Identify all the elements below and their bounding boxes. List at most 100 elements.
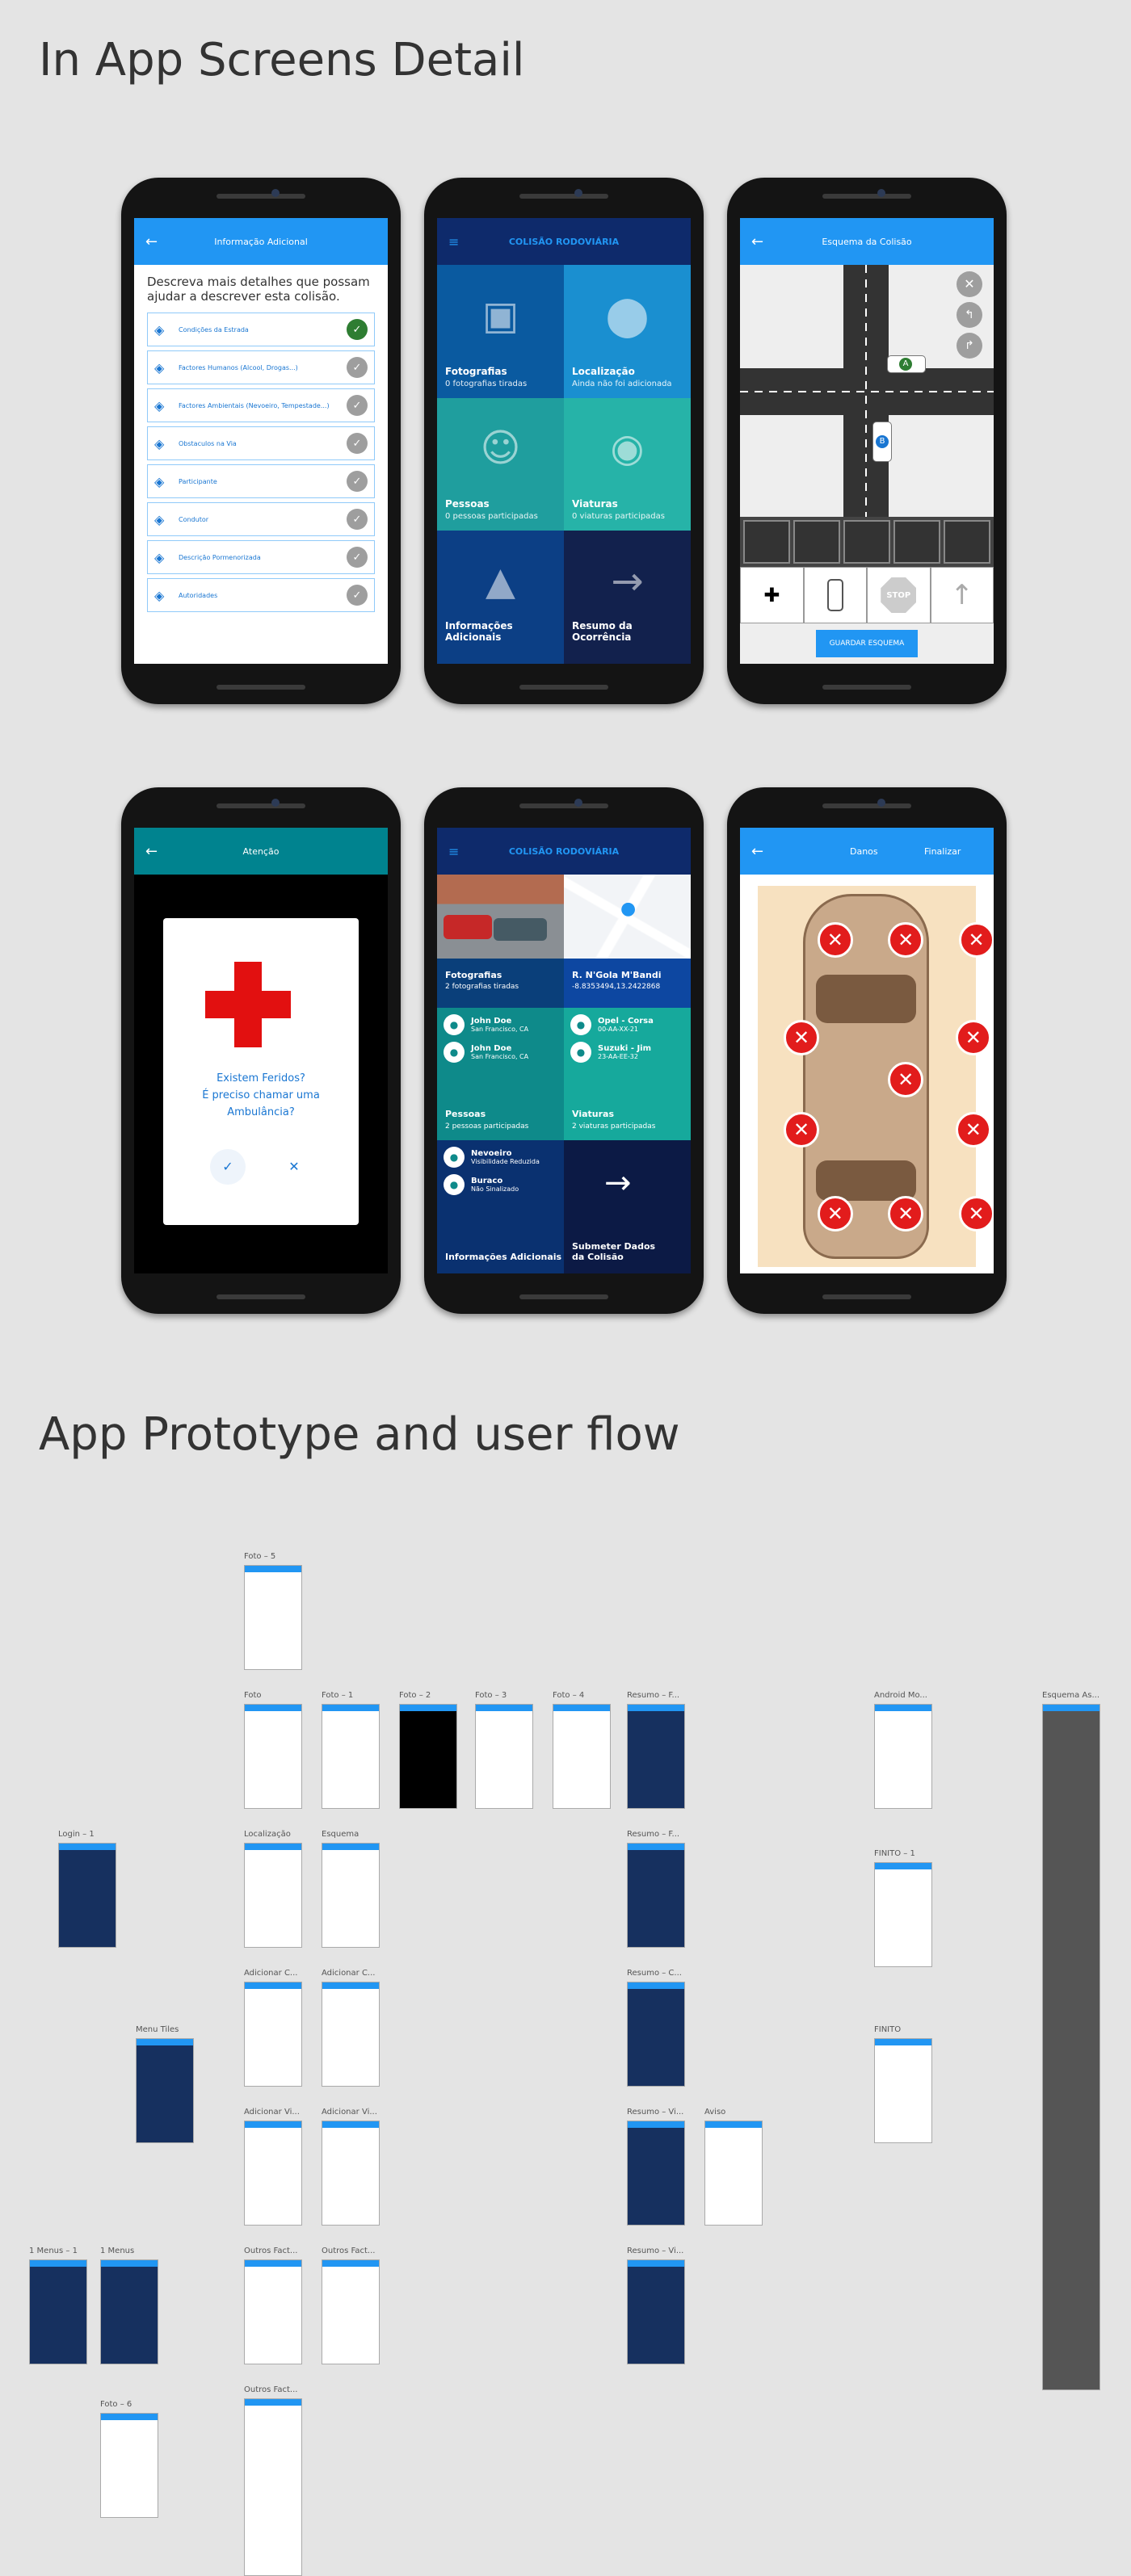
tile-info[interactable]: ● Nevoeiro Visibilidade Reduzida ● Buraco Não… [437,1140,564,1273]
stop-sign-piece[interactable]: STOP [867,567,931,623]
check-icon[interactable]: ✓ [347,395,368,416]
flow-screen-thumbnail[interactable] [100,2259,158,2364]
dismiss-button[interactable]: ✕ [276,1149,312,1185]
flow-screen-thumbnail[interactable] [1042,1704,1100,2390]
flow-screen-thumbnail[interactable] [244,1704,302,1809]
road-pieces-palette[interactable] [740,517,994,567]
check-icon[interactable]: ✓ [347,509,368,530]
flow-screen-thumbnail[interactable] [322,2259,380,2364]
flow-screen-thumbnail[interactable] [322,1982,380,2087]
car-b[interactable]: B [872,422,892,462]
info-item-label: Participante [179,477,217,485]
info-item[interactable]: ◈ Condutor ✓ [147,502,375,536]
check-icon[interactable]: ✓ [347,357,368,378]
flow-screen-thumbnail[interactable] [244,2259,302,2364]
check-icon[interactable]: ✓ [347,471,368,492]
phone-collision-menu: ≡ COLISÃO RODOVIÁRIA ▣ Fotografias 0 fotogr… [424,178,704,704]
menu-tile[interactable]: ▣ Fotografias 0 fotografias tiradas [437,265,564,398]
tile-photos[interactable]: Fotografias 2 fotografias tiradas [437,875,564,1008]
flow-screen-thumbnail[interactable] [627,2259,685,2364]
flow-screen-thumbnail[interactable] [399,1704,457,1809]
flow-screen-thumbnail[interactable] [244,1843,302,1948]
finish-button[interactable]: Finalizar [924,846,961,857]
confirm-button[interactable]: ✓ [210,1149,246,1185]
car-a[interactable]: A [887,355,926,373]
save-diagram-button[interactable]: GUARDAR ESQUEMA [816,630,918,657]
tile-location[interactable]: ● R. N'Gola M'Bandi -8.8353494,13.242286… [564,875,691,1008]
check-icon[interactable]: ✓ [347,547,368,568]
info-item[interactable]: ◈ Autoridades ✓ [147,578,375,612]
flow-screen-thumbnail[interactable] [627,1704,685,1809]
back-arrow-icon[interactable]: ← [751,843,763,860]
flow-screen-thumbnail[interactable] [627,1982,685,2087]
car-piece[interactable] [803,567,867,623]
info-item[interactable]: ◈ Descrição Pormenorizada ✓ [147,540,375,574]
roundabout-piece[interactable]: ✚ [740,567,804,623]
menu-icon[interactable]: ≡ [448,234,459,250]
damage-marker[interactable]: ✕ [958,1196,994,1232]
back-arrow-icon[interactable]: ← [145,843,158,860]
flow-screen-thumbnail[interactable] [874,2038,932,2143]
damage-marker[interactable]: ✕ [888,921,924,958]
flow-screen-thumbnail[interactable] [244,2121,302,2226]
flow-screen-thumbnail[interactable] [704,2121,763,2226]
back-arrow-icon[interactable]: ← [145,233,158,250]
damage-marker[interactable]: ✕ [888,1061,924,1097]
damage-marker[interactable]: ✕ [784,1112,819,1148]
flow-screen-thumbnail[interactable] [475,1704,533,1809]
flow-label: Foto – 4 [553,1691,585,1700]
menu-tile[interactable]: ⬤ Localização Ainda não foi adicionada [564,265,691,398]
tab-damage[interactable]: Danos [850,846,878,857]
damage-marker[interactable]: ✕ [888,1196,924,1232]
flow-screen-thumbnail[interactable] [136,2038,194,2143]
tile-icon: ☺ [480,426,521,472]
info-item[interactable]: ◈ Condições da Estrada ✓ [147,313,375,346]
info-item[interactable]: ◈ Factores Humanos (Alcool, Drogas...) ✓ [147,350,375,384]
flow-screen-thumbnail[interactable] [244,2398,302,2576]
damage-marker[interactable]: ✕ [955,1020,991,1056]
tile-cars[interactable]: ● Opel - Corsa 00-AA-XX-21 ● Suzuki - Jim 23-… [564,1007,691,1141]
menu-tile[interactable]: ▲ Informações Adicionais [437,531,564,664]
menu-tile[interactable]: ◉ Viaturas 0 viaturas participadas [564,397,691,531]
info-item[interactable]: ◈ Participante ✓ [147,464,375,498]
flow-screen-thumbnail[interactable] [100,2413,158,2518]
flow-label: Adicionar C... [322,1969,376,1978]
turn-icon[interactable]: ↱ [957,333,982,359]
flow-label: Resumo – Vi... [627,2108,684,2117]
menu-icon[interactable]: ≡ [448,844,459,859]
flow-screen-thumbnail[interactable] [244,1982,302,2087]
back-arrow-icon[interactable]: ← [751,233,763,250]
check-icon[interactable]: ✓ [347,585,368,606]
info-item[interactable]: ◈ Obstaculos na Via ✓ [147,426,375,460]
close-icon[interactable]: ✕ [957,271,982,297]
flow-screen-thumbnail[interactable] [553,1704,611,1809]
flow-screen-thumbnail[interactable] [322,2121,380,2226]
damage-marker[interactable]: ✕ [817,921,853,958]
menu-tile[interactable]: → Resumo da Ocorrência [564,531,691,664]
info-item[interactable]: ◈ Factores Ambientais (Nevoeiro, Tempesta… [147,388,375,422]
damage-marker[interactable]: ✕ [955,1112,991,1148]
location-pin-icon: ● [620,899,637,919]
flow-screen-thumbnail[interactable] [627,2121,685,2226]
flow-screen-thumbnail[interactable] [58,1843,116,1948]
tile-title: Pessoas [445,498,490,510]
flow-screen-thumbnail[interactable] [874,1862,932,1967]
submit-label: Submeter Dados da Colisão [572,1241,656,1262]
damage-marker[interactable]: ✕ [784,1020,819,1056]
tile-people[interactable]: ● John Doe San Francisco, CA ● John Doe San F… [437,1007,564,1141]
arrow-up-piece[interactable]: ↑ [930,567,994,623]
flow-screen-thumbnail[interactable] [874,1704,932,1809]
flow-screen-thumbnail[interactable] [322,1704,380,1809]
flow-screen-thumbnail[interactable] [29,2259,87,2364]
flow-screen-thumbnail[interactable] [244,1565,302,1670]
flow-screen-thumbnail[interactable] [322,1843,380,1948]
stop-label: STOP [881,577,917,613]
damage-marker[interactable]: ✕ [958,921,994,958]
submit-tile[interactable]: → Submeter Dados da Colisão [564,1140,691,1273]
menu-tile[interactable]: ☺ Pessoas 0 pessoas participadas [437,397,564,531]
check-icon[interactable]: ✓ [347,433,368,454]
rotate-icon[interactable]: ↰ [957,302,982,328]
damage-marker[interactable]: ✕ [817,1196,853,1232]
check-icon[interactable]: ✓ [347,319,368,340]
flow-screen-thumbnail[interactable] [627,1843,685,1948]
